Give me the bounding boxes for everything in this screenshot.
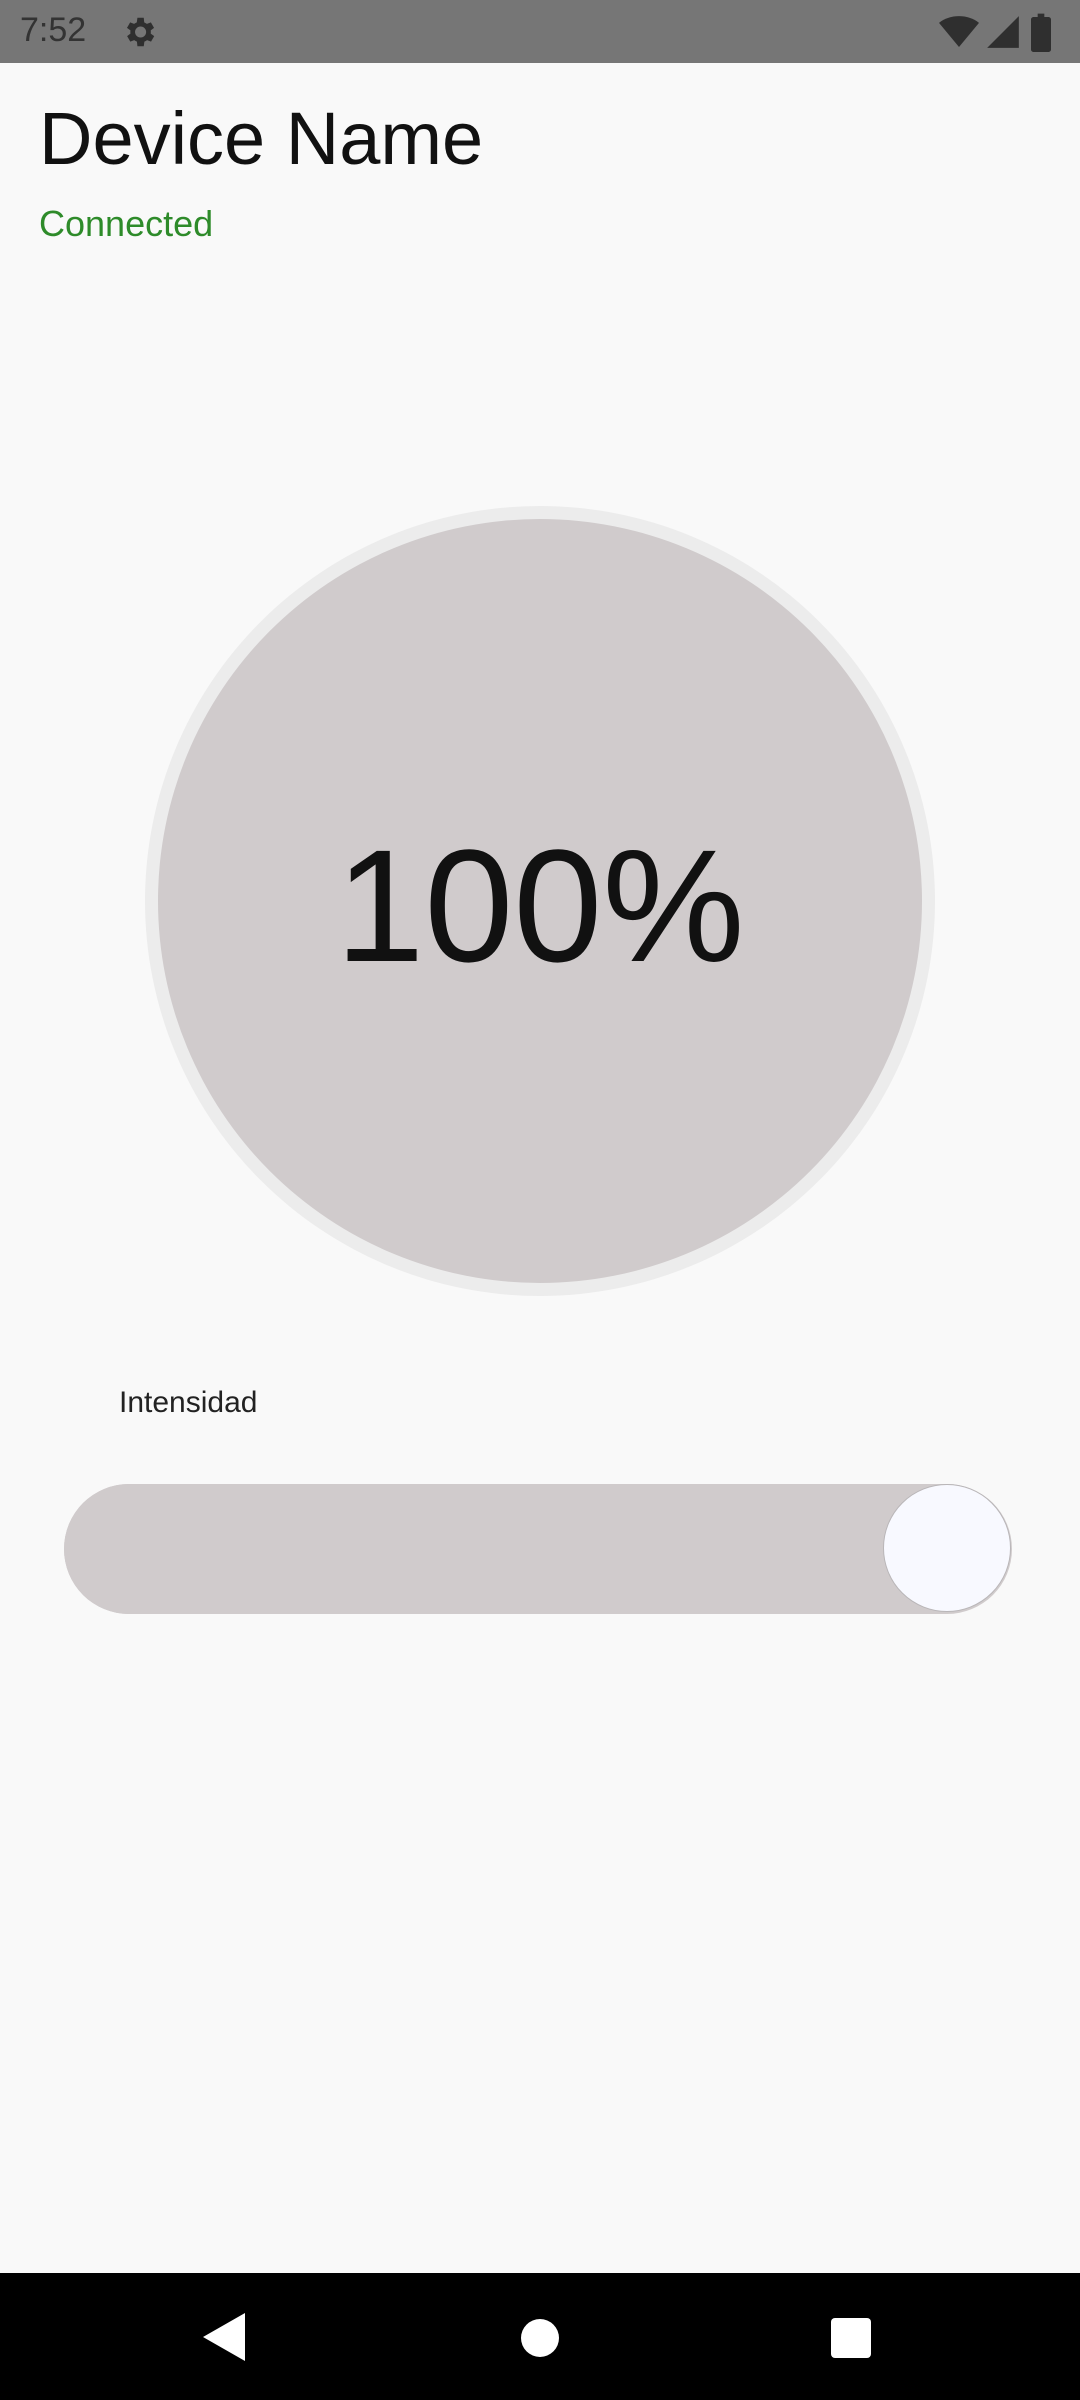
settings-gear-icon bbox=[126, 17, 155, 47]
status-icons bbox=[938, 12, 1058, 52]
status-bar: 7:52 bbox=[0, 0, 1080, 63]
wifi-icon bbox=[939, 16, 979, 47]
slider-fill bbox=[64, 1484, 947, 1614]
slider-label: Intensidad bbox=[119, 1386, 258, 1419]
home-icon[interactable] bbox=[521, 2319, 559, 2357]
slider-thumb[interactable] bbox=[883, 1484, 1011, 1612]
device-name-title: Device Name bbox=[39, 97, 484, 180]
signal-icon bbox=[987, 16, 1019, 48]
status-time: 7:52 bbox=[20, 11, 87, 49]
navigation-bar bbox=[0, 2273, 1080, 2400]
recents-icon[interactable] bbox=[831, 2318, 871, 2358]
battery-icon bbox=[1031, 13, 1051, 52]
back-icon[interactable] bbox=[203, 2313, 245, 2361]
intensity-dial[interactable]: 100% bbox=[145, 506, 935, 1296]
intensity-slider[interactable] bbox=[64, 1484, 1012, 1614]
intensity-dial-face[interactable]: 100% bbox=[158, 519, 922, 1283]
intensity-value: 100% bbox=[335, 816, 745, 995]
connection-status: Connected bbox=[39, 203, 214, 244]
